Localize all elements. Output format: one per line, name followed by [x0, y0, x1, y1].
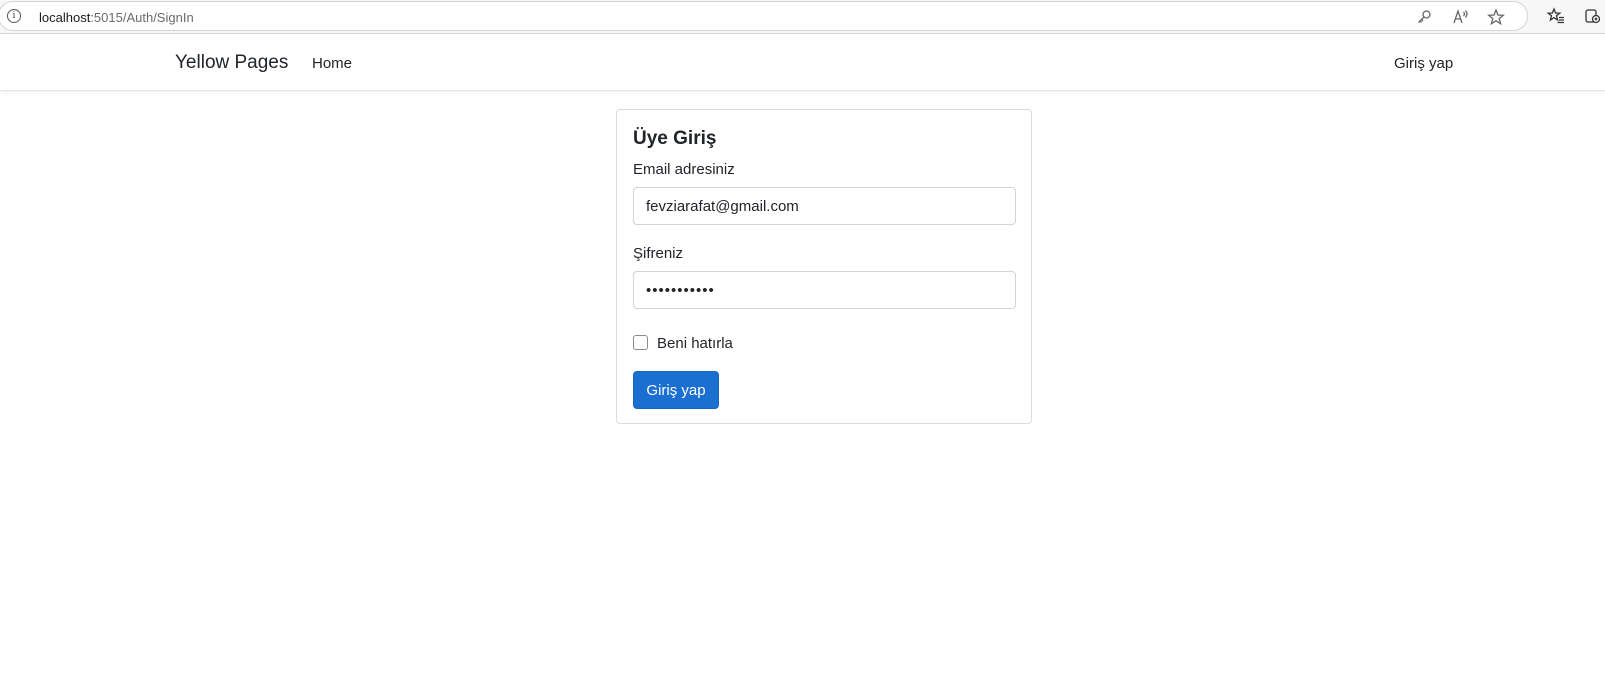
collections-icon[interactable] — [1583, 7, 1601, 25]
password-label: Şifreniz — [633, 245, 684, 262]
url-path: :5015/Auth/SignIn — [90, 10, 194, 25]
favorites-list-icon[interactable] — [1547, 7, 1565, 25]
url-text[interactable]: localhost:5015/Auth/SignIn — [39, 10, 194, 25]
remember-me-label[interactable]: Beni hatırla — [657, 335, 733, 352]
signin-submit-button[interactable]: Giriş yap — [633, 371, 719, 409]
key-icon[interactable] — [1415, 8, 1433, 26]
site-info-icon[interactable]: i — [7, 9, 21, 23]
nav-home-link[interactable]: Home — [312, 55, 352, 72]
signin-card: Üye Giriş Email adresiniz Şifreniz Beni … — [616, 109, 1032, 424]
remember-me-checkbox[interactable] — [633, 335, 648, 350]
url-host: localhost — [39, 10, 91, 25]
nav-signin-link[interactable]: Giriş yap — [1394, 55, 1453, 72]
form-title: Üye Giriş — [633, 128, 717, 149]
address-bar[interactable]: i localhost:5015/Auth/SignIn — [0, 1, 1528, 31]
site-navbar: Yellow Pages Home Giriş yap — [0, 34, 1605, 91]
read-aloud-icon[interactable] — [1451, 8, 1469, 26]
password-field[interactable] — [633, 271, 1016, 309]
brand-link[interactable]: Yellow Pages — [175, 52, 288, 74]
browser-toolbar: i localhost:5015/Auth/SignIn — [0, 0, 1605, 34]
email-field[interactable] — [633, 187, 1016, 225]
favorite-star-icon[interactable] — [1487, 8, 1505, 26]
email-label: Email adresiniz — [633, 161, 735, 178]
